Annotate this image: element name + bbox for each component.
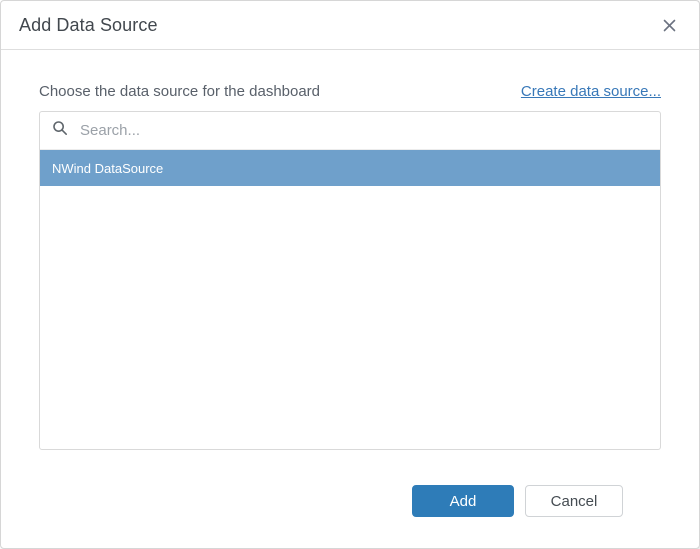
list-item-label: NWind DataSource xyxy=(52,160,164,176)
search-row xyxy=(40,112,660,150)
dialog-body: Choose the data source for the dashboard… xyxy=(1,50,699,548)
data-source-list: NWind DataSource xyxy=(40,150,660,449)
search-icon xyxy=(52,120,68,141)
close-button[interactable] xyxy=(657,13,681,37)
data-source-list-panel: NWind DataSource xyxy=(39,111,661,450)
dialog-title: Add Data Source xyxy=(19,14,158,35)
close-icon xyxy=(662,18,677,33)
dialog-header: Add Data Source xyxy=(1,1,699,50)
list-item[interactable]: NWind DataSource xyxy=(40,150,660,186)
search-input[interactable] xyxy=(78,121,648,140)
cancel-button[interactable]: Cancel xyxy=(525,485,623,517)
prompt-row: Choose the data source for the dashboard… xyxy=(39,82,661,102)
create-data-source-link[interactable]: Create data source... xyxy=(521,82,661,102)
add-button[interactable]: Add xyxy=(412,485,514,517)
prompt-text: Choose the data source for the dashboard xyxy=(39,83,321,100)
add-data-source-dialog: Add Data Source Choose the data source f… xyxy=(0,0,700,549)
dialog-footer: Add Cancel xyxy=(39,485,661,517)
